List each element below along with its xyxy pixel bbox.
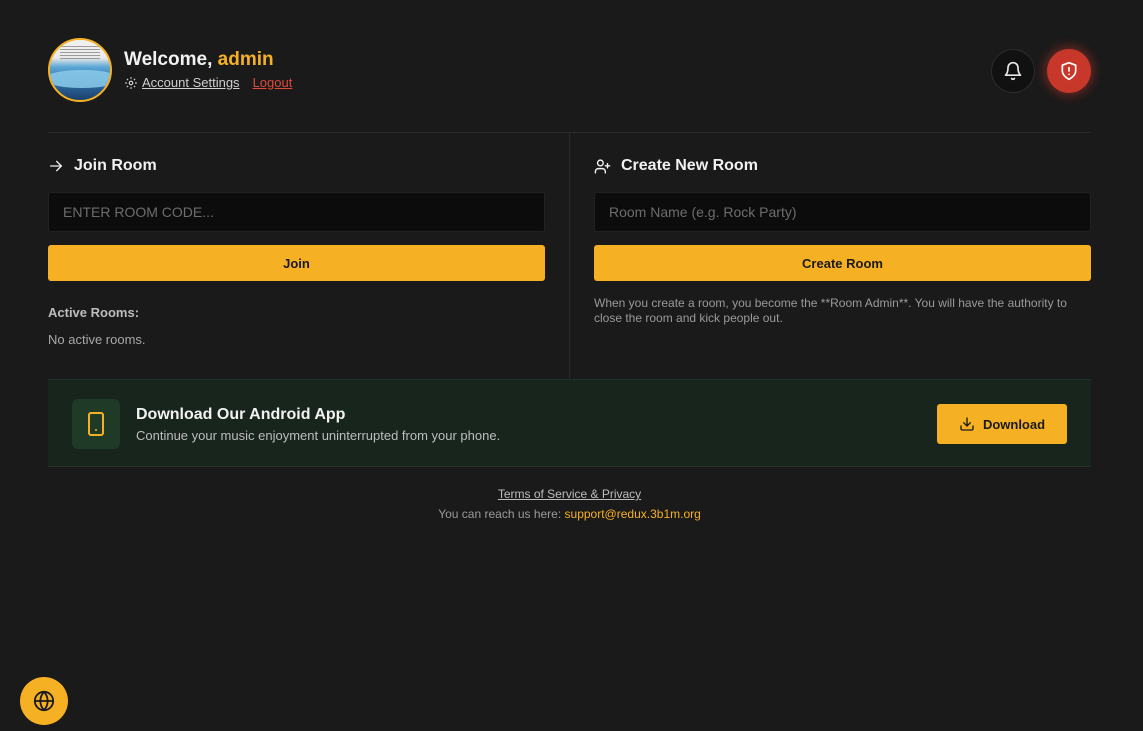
room-name-input[interactable] bbox=[594, 192, 1091, 232]
contact-line: You can reach us here: support@redux.3b1… bbox=[48, 507, 1091, 521]
avatar-image-detail bbox=[60, 46, 100, 60]
active-rooms-empty: No active rooms. bbox=[48, 332, 146, 347]
active-rooms-label: Active Rooms: bbox=[48, 305, 140, 320]
column-divider bbox=[569, 133, 570, 379]
notifications-button[interactable] bbox=[991, 49, 1035, 93]
download-button-label: Download bbox=[982, 416, 1046, 432]
smartphone-icon bbox=[88, 412, 104, 436]
terms-link[interactable]: Terms of Service & Privacy bbox=[48, 487, 1091, 501]
welcome-prefix: Welcome, bbox=[124, 49, 213, 70]
join-room-title-text: Join Room bbox=[74, 157, 157, 174]
shield-alert-icon bbox=[1061, 61, 1077, 81]
join-room-title: Join Room bbox=[48, 157, 157, 175]
account-links: Account Settings Logout bbox=[124, 75, 292, 90]
avatar[interactable] bbox=[48, 38, 112, 102]
welcome-username: admin bbox=[217, 49, 274, 70]
create-room-title: Create New Room bbox=[594, 157, 758, 175]
arrow-right-icon bbox=[50, 160, 62, 172]
avatar-image-wave bbox=[50, 70, 110, 88]
footer: Terms of Service & Privacy You can reach… bbox=[48, 487, 1091, 521]
header: Welcome, admin Account Settings Logout bbox=[48, 38, 1091, 104]
banner-subtitle: Continue your music enjoyment uninterrup… bbox=[136, 428, 501, 443]
room-code-input[interactable] bbox=[48, 192, 545, 232]
create-room-title-text: Create New Room bbox=[621, 157, 758, 174]
download-icon bbox=[960, 417, 974, 431]
bell-icon bbox=[1004, 61, 1022, 81]
account-settings-link[interactable]: Account Settings bbox=[142, 75, 240, 90]
join-button[interactable]: Join bbox=[48, 245, 545, 281]
banner-title: Download Our Android App bbox=[136, 406, 346, 423]
android-app-banner: Download Our Android App Continue your m… bbox=[48, 379, 1091, 467]
user-plus-icon bbox=[594, 158, 611, 174]
welcome-text: Welcome, admin bbox=[124, 49, 274, 71]
create-room-button[interactable]: Create Room bbox=[594, 245, 1091, 281]
room-admin-note: When you create a room, you become the *… bbox=[594, 296, 1067, 325]
logout-link[interactable]: Logout bbox=[253, 75, 293, 90]
admin-shield-button[interactable] bbox=[1047, 49, 1091, 93]
phone-icon-box bbox=[72, 399, 120, 449]
language-button[interactable] bbox=[20, 677, 68, 725]
globe-icon bbox=[33, 690, 55, 712]
gear-icon bbox=[125, 76, 137, 89]
contact-text: You can reach us here: bbox=[438, 507, 562, 521]
support-email-link[interactable]: support@redux.3b1m.org bbox=[565, 507, 701, 521]
download-button[interactable]: Download bbox=[937, 404, 1067, 444]
